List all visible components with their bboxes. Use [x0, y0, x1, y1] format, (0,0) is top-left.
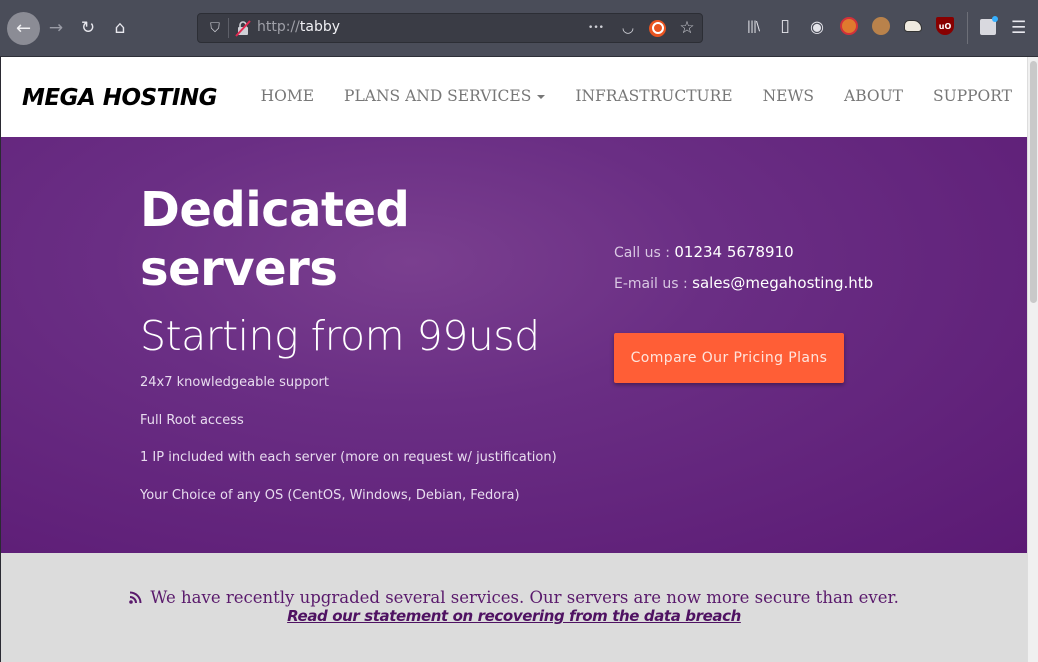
nav-plans-and-services[interactable]: PLANS AND SERVICES	[344, 87, 546, 105]
ubuntu-icon[interactable]	[649, 19, 666, 37]
home-icon: ⌂	[114, 18, 126, 38]
no-cookie-extension-icon[interactable]	[840, 17, 858, 35]
contact-email: E-mail us : sales@megahosting.htb	[614, 274, 873, 292]
nav-infrastructure[interactable]: INFRASTRUCTURE	[575, 87, 732, 105]
url-bar[interactable]: ⛉ http://tabby ••• ◡ ☆	[197, 13, 703, 43]
feature-item: Your Choice of any OS (CentOS, Windows, …	[140, 488, 520, 503]
forward-button[interactable]: →	[41, 13, 71, 43]
data-breach-statement-link[interactable]: Read our statement on recovering from th…	[287, 607, 741, 625]
phone-label: Call us :	[614, 245, 675, 261]
home-button[interactable]: ⌂	[105, 13, 135, 43]
nav-news[interactable]: NEWS	[763, 87, 814, 105]
phone-value: 01234 5678910	[674, 243, 794, 261]
nav-support[interactable]: SUPPORT	[933, 87, 1012, 105]
url-separator	[228, 18, 229, 38]
cookie-extension-icon[interactable]	[872, 17, 890, 35]
compare-pricing-button[interactable]: Compare Our Pricing Plans	[614, 333, 844, 383]
nav-about[interactable]: ABOUT	[844, 87, 903, 105]
site-navbar: MEGA HOSTING HOME PLANS AND SERVICES INF…	[1, 57, 1027, 137]
page-viewport: MEGA HOSTING HOME PLANS AND SERVICES INF…	[1, 57, 1027, 662]
nav-plans-label: PLANS AND SERVICES	[344, 87, 532, 105]
browser-toolbar: ← → ↻ ⌂ ⛉ http://tabby ••• ◡ ☆ |||\ ▯ ◉ …	[0, 0, 1038, 57]
forward-arrow-icon: →	[48, 18, 64, 38]
hero-title-line1: Dedicated	[140, 182, 410, 238]
ublock-origin-icon[interactable]: uO	[936, 17, 954, 35]
notice-text: We have recently upgraded several servic…	[150, 588, 899, 607]
toolbar-separator	[967, 12, 968, 44]
email-label: E-mail us :	[614, 276, 693, 292]
page-scrollbar[interactable]	[1027, 57, 1038, 662]
notification-dot	[992, 16, 998, 22]
hero-section: Dedicated servers Starting from 99usd 24…	[1, 137, 1027, 553]
hero-title-line2: servers	[140, 241, 338, 297]
hero-subtitle: Starting from 99usd	[140, 312, 540, 360]
main-nav: HOME PLANS AND SERVICES INFRASTRUCTURE N…	[261, 87, 1012, 105]
ellipsis-icon[interactable]: •••	[585, 23, 607, 33]
shield-icon[interactable]: ⛉	[206, 19, 224, 37]
site-logo[interactable]: MEGA HOSTING	[22, 85, 218, 111]
hero-title: Dedicated servers	[140, 181, 410, 299]
hamburger-menu-icon[interactable]: ☰	[1011, 18, 1026, 38]
shoe-extension-icon[interactable]	[904, 20, 922, 32]
url-input[interactable]: http://tabby	[257, 19, 340, 35]
rss-icon	[129, 591, 142, 604]
notice-link-line: Read our statement on recovering from th…	[1, 607, 1027, 625]
feature-item: 1 IP included with each server (more on …	[140, 450, 557, 465]
feature-item: 24x7 knowledgeable support	[140, 375, 329, 390]
feature-item: Full Root access	[140, 413, 244, 428]
back-button[interactable]: ←	[7, 12, 40, 45]
caret-down-icon	[537, 95, 546, 99]
account-icon[interactable]: ◉	[808, 17, 826, 36]
nav-home[interactable]: HOME	[261, 87, 314, 105]
library-icon[interactable]: |||\	[744, 17, 762, 35]
url-protocol: http://	[257, 19, 300, 35]
reload-icon: ↻	[80, 18, 96, 38]
shield-glyph: ⛉	[210, 20, 220, 36]
notice-banner: We have recently upgraded several servic…	[1, 553, 1027, 662]
insecure-lock-icon[interactable]	[234, 19, 252, 37]
contact-phone: Call us : 01234 5678910	[614, 243, 794, 261]
back-arrow-icon: ←	[15, 18, 32, 39]
pocket-icon[interactable]: ◡	[619, 20, 637, 36]
notice-text-line: We have recently upgraded several servic…	[1, 588, 1027, 607]
scrollbar-thumb[interactable]	[1030, 61, 1037, 303]
sidebar-icon[interactable]: ▯	[776, 16, 794, 36]
email-value[interactable]: sales@megahosting.htb	[692, 274, 873, 292]
url-host: tabby	[299, 19, 341, 35]
reload-button[interactable]: ↻	[73, 13, 103, 43]
star-icon[interactable]: ☆	[678, 18, 696, 38]
